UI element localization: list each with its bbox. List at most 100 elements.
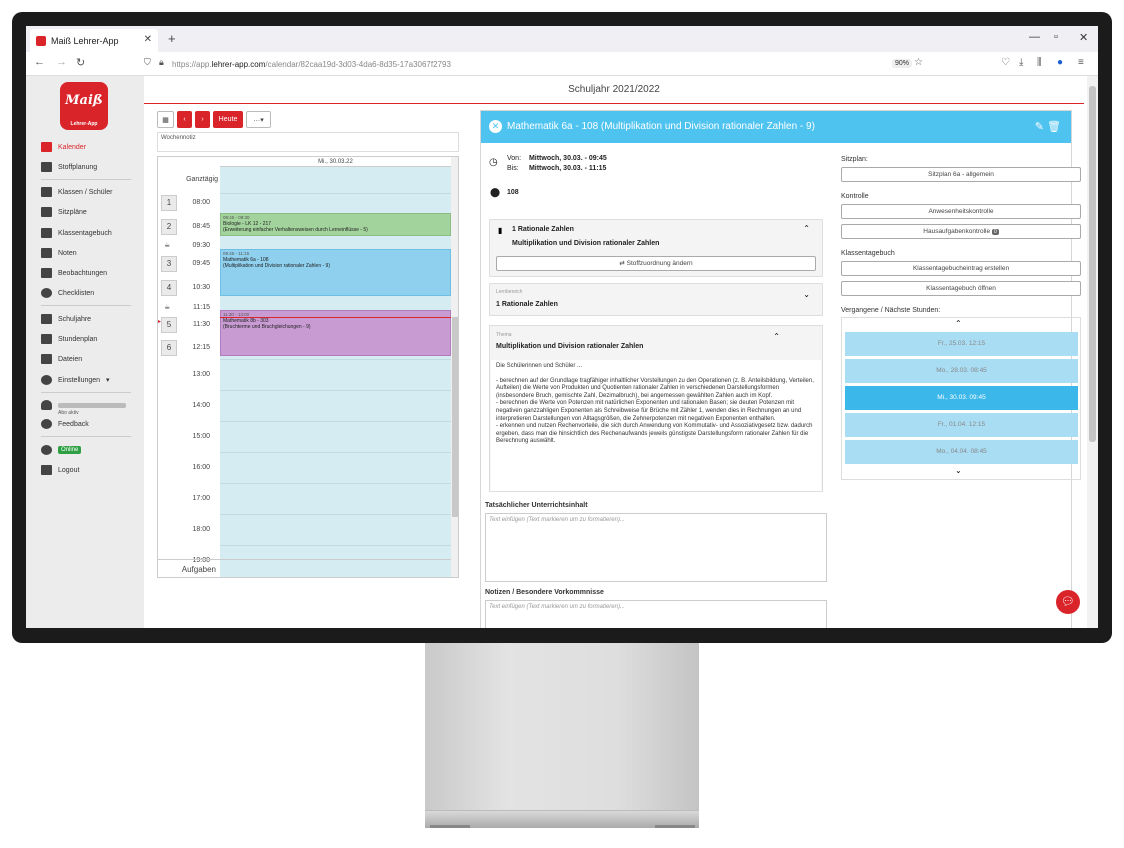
sidebar-item-logout[interactable]: Logout xyxy=(41,465,79,475)
user-icon xyxy=(41,400,52,410)
browser-tabbar: Maiß Lehrer-App ✕ + — ▫ ✕ xyxy=(26,26,1098,52)
lesson-link[interactable]: Fr., 01.04. 12:15 xyxy=(845,413,1078,437)
grid-line xyxy=(220,390,451,391)
lesson-link[interactable]: Mo., 04.04. 08:45 xyxy=(845,440,1078,464)
extension-icon[interactable]: ● xyxy=(1057,57,1063,68)
address-bar: ← → ↻ ⛉ 🔒︎ https://app.lehrer-app.com/ca… xyxy=(26,52,1098,76)
sidebar-item-beobachtungen[interactable]: Beobachtungen xyxy=(41,268,107,278)
day-header: Mi., 30.03.22 xyxy=(220,157,451,167)
zoom-level[interactable]: 90% xyxy=(892,59,913,68)
next-day-button[interactable]: › xyxy=(195,111,210,128)
close-window-icon[interactable]: ✕ xyxy=(1079,31,1088,44)
tasks-label: Aufgaben xyxy=(158,559,220,577)
timetable-icon xyxy=(41,334,52,344)
monitor-bezel: Maiß Lehrer-App ✕ + — ▫ ✕ ← → ↻ ⛉ 🔒︎ htt… xyxy=(12,12,1112,643)
prev-day-button[interactable]: ‹ xyxy=(177,111,192,128)
lock-icon[interactable]: 🔒︎ xyxy=(159,57,164,68)
sidebar-item-schuljahre[interactable]: Schuljahre xyxy=(41,314,91,324)
back-icon[interactable]: ← xyxy=(34,56,45,68)
pocket-icon[interactable]: ♡ xyxy=(1001,57,1010,68)
hour-row: 17:00 xyxy=(192,495,210,502)
notes-editor[interactable]: Text einfügen (Text markieren um zu form… xyxy=(485,600,827,628)
calendar-event-selected[interactable]: 09:45 - 11:15 Mathematik 6a - 108 (Multi… xyxy=(220,249,451,296)
lesson-link[interactable]: Mo., 28.03. 08:45 xyxy=(845,359,1078,383)
day-calendar: Mi., 30.03.22 Ganztägig 1 08:00 2 08:45 ☕︎… xyxy=(157,156,459,578)
create-classbook-entry-button[interactable]: Klassentagebucheintrag erstellen xyxy=(841,261,1081,276)
chevron-up-icon[interactable]: ⌃ xyxy=(773,332,780,341)
grid-line xyxy=(220,452,451,453)
lesson-link[interactable]: Fr., 25.03. 12:15 xyxy=(845,332,1078,356)
library-icon[interactable]: ⫼ xyxy=(1037,57,1042,68)
actual-content-editor[interactable]: Text einfügen (Text markieren um zu form… xyxy=(485,513,827,582)
chevron-left-icon: ‹ xyxy=(183,116,186,123)
tab-title: Maiß Lehrer-App xyxy=(51,35,119,46)
page-scrollbar[interactable] xyxy=(1087,76,1098,628)
sidebar-item-sitzplaene[interactable]: Sitzpläne xyxy=(41,207,87,217)
chevron-up-icon[interactable]: ⌃ xyxy=(955,319,962,328)
calendar-event[interactable]: 08:45 - 09:30 Biologie - LK 12 - 217 (Er… xyxy=(220,213,451,236)
grid-line xyxy=(220,483,451,484)
seating-plan-button[interactable]: Sitzplan 6a - allgemein xyxy=(841,167,1081,182)
week-note-field[interactable]: Wochennotiz xyxy=(157,132,459,152)
open-classbook-button[interactable]: Klassentagebuch öffnen xyxy=(841,281,1081,296)
sidebar-item-kalender[interactable]: Kalender xyxy=(41,142,86,152)
sidebar-divider xyxy=(41,392,131,393)
app-logo[interactable]: Maiß Lehrer-App xyxy=(60,82,108,130)
download-icon[interactable]: ⤓ xyxy=(1019,57,1023,68)
lesson-link-current[interactable]: Mi., 30.03. 09:45 xyxy=(845,386,1078,410)
hour-row: 16:00 xyxy=(192,464,210,471)
cloud-icon xyxy=(41,445,52,455)
hour-row: 15:00 xyxy=(192,433,210,440)
book-icon xyxy=(41,228,52,238)
caret-down-icon: ▾ xyxy=(260,116,264,124)
attendance-button[interactable]: Anwesenheitskontrolle xyxy=(841,204,1081,219)
sidebar: Maiß Lehrer-App Kalender Stoffplanung Kla… xyxy=(26,76,144,628)
grid-line xyxy=(220,514,451,515)
sidebar-user[interactable] xyxy=(41,400,126,410)
sidebar-item-feedback[interactable]: Feedback xyxy=(41,419,89,429)
close-tab-icon[interactable]: ✕ xyxy=(144,34,152,45)
restore-icon[interactable]: ▫ xyxy=(1054,31,1058,43)
homework-check-button[interactable]: Hausaufgabenkontrolle 0 xyxy=(841,224,1081,239)
sidebar-item-stoffplanung[interactable]: Stoffplanung xyxy=(41,162,97,172)
sidebar-item-dateien[interactable]: Dateien xyxy=(41,354,82,364)
sidebar-item-noten[interactable]: Noten xyxy=(41,248,77,258)
control-label: Kontrolle xyxy=(841,193,869,200)
chat-support-icon[interactable]: 💬︎ xyxy=(1056,590,1080,614)
trash-icon[interactable]: 🗑︎ xyxy=(1047,121,1061,133)
reload-icon[interactable]: ↻ xyxy=(76,56,85,69)
coffee-icon: ☕︎ xyxy=(164,304,171,311)
sidebar-item-einstellungen[interactable]: Einstellungen ▾ xyxy=(41,375,110,385)
chevron-down-icon[interactable]: ⌄ xyxy=(803,290,810,299)
chevron-down-icon[interactable]: ⌄ xyxy=(955,466,962,475)
close-icon[interactable]: ✕ xyxy=(489,120,502,133)
sidebar-item-checklisten[interactable]: Checklisten xyxy=(41,288,94,298)
forward-icon[interactable]: → xyxy=(56,56,67,68)
screen: Maiß Lehrer-App ✕ + — ▫ ✕ ← → ↻ ⛉ 🔒︎ htt… xyxy=(26,26,1098,628)
url-field[interactable]: https://app.lehrer-app.com/calendar/82ca… xyxy=(172,57,942,72)
sidebar-item-klassen[interactable]: Klassen / Schüler xyxy=(41,187,112,197)
sidebar-item-klassentagebuch[interactable]: Klassentagebuch xyxy=(41,228,112,238)
change-assignment-button[interactable]: ⇄ Stoffzuordnung ändern xyxy=(496,256,816,271)
new-tab-icon[interactable]: + xyxy=(168,31,176,46)
sidebar-item-stundenplan[interactable]: Stundenplan xyxy=(41,334,97,344)
chevron-right-icon: › xyxy=(201,116,204,123)
datepicker-button[interactable]: ▦ xyxy=(157,111,174,128)
more-options-button[interactable]: … ▾ xyxy=(246,111,271,128)
period-row: 6 12:15 xyxy=(158,340,220,360)
menu-icon[interactable]: ≡ xyxy=(1078,57,1084,68)
tasks-cell[interactable] xyxy=(220,559,451,577)
stand-foot xyxy=(430,825,470,828)
calendar-scrollbar[interactable] xyxy=(451,157,458,577)
shield-icon[interactable]: ⛉ xyxy=(144,57,151,68)
chevron-up-icon[interactable]: ⌃ xyxy=(803,224,810,233)
lesson-title: Mathematik 6a - 108 (Multiplikation und … xyxy=(507,121,815,132)
app-favicon-icon xyxy=(36,35,46,46)
browser-tab[interactable]: Maiß Lehrer-App ✕ xyxy=(30,29,158,52)
edit-icon[interactable]: ✎ xyxy=(1035,121,1044,133)
bookmark-star-icon[interactable]: ☆ xyxy=(914,57,923,68)
today-button[interactable]: Heute xyxy=(213,111,243,128)
sidebar-divider xyxy=(41,179,131,180)
minimize-icon[interactable]: — xyxy=(1029,31,1040,43)
calendar-icon xyxy=(41,142,52,152)
